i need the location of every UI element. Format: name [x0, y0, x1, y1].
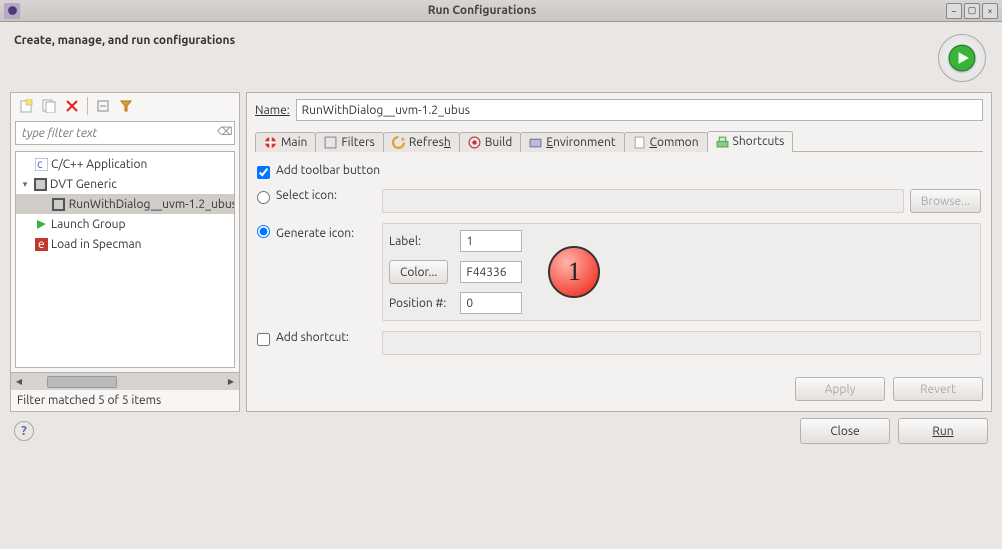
maximize-button[interactable]: ▢	[964, 3, 980, 19]
close-window-button[interactable]: ×	[982, 3, 998, 19]
c-app-icon: c	[34, 157, 48, 171]
collapse-all-button[interactable]	[92, 95, 114, 117]
tree-item-cpp[interactable]: c C/C++ Application	[16, 154, 234, 174]
toolbar-separator	[87, 97, 88, 115]
tab-refresh[interactable]: Refresh	[383, 132, 460, 152]
environment-icon	[529, 136, 542, 149]
name-input[interactable]	[296, 99, 983, 121]
filters-icon	[324, 136, 337, 149]
delete-config-button[interactable]	[61, 95, 83, 117]
tree-label: Launch Group	[51, 218, 126, 231]
filter-status: Filter matched 5 of 5 items	[11, 390, 239, 411]
dvt-icon	[52, 197, 66, 211]
tab-main[interactable]: Main	[255, 132, 316, 152]
content-area: ⌫ c C/C++ Application ▾ DVT Generic RunW…	[0, 82, 1002, 412]
tab-build[interactable]: Build	[459, 132, 522, 152]
tree-label: DVT Generic	[50, 178, 117, 191]
shortcut-field	[382, 331, 981, 355]
icon-preview: 1	[548, 246, 600, 298]
run-button[interactable]: Run	[898, 418, 988, 444]
scroll-left-icon[interactable]: ◀	[11, 375, 27, 389]
shortcuts-icon	[716, 135, 729, 148]
apply-revert-row: Apply Revert	[255, 373, 983, 405]
label-input[interactable]	[460, 230, 522, 252]
add-shortcut-checkbox[interactable]	[257, 333, 270, 346]
window-title: Run Configurations	[20, 4, 944, 17]
app-icon	[4, 3, 20, 19]
specman-icon: e	[34, 237, 48, 251]
label-field-label: Label:	[389, 235, 448, 248]
common-icon	[633, 136, 646, 149]
tree-item-runwithdialog[interactable]: RunWithDialog__uvm-1.2_ubus	[16, 194, 234, 214]
add-toolbar-row: Add toolbar button	[257, 164, 981, 179]
generate-icon-panel: Label: Color... Position #: 1	[382, 223, 981, 321]
tree-item-load-specman[interactable]: e Load in Specman	[16, 234, 234, 254]
clear-filter-icon[interactable]: ⌫	[217, 125, 231, 139]
duplicate-config-button[interactable]	[38, 95, 60, 117]
filter-input[interactable]	[15, 121, 235, 145]
tab-bar: Main Filters Refresh Build Environment C…	[255, 127, 983, 152]
tree-label: Load in Specman	[51, 238, 141, 251]
name-row: Name:	[255, 99, 983, 121]
filter-button[interactable]	[115, 95, 137, 117]
scroll-thumb[interactable]	[47, 376, 117, 388]
title-bar: Run Configurations – ▢ ×	[0, 0, 1002, 22]
new-config-button[interactable]	[15, 95, 37, 117]
close-button[interactable]: Close	[800, 418, 890, 444]
color-button[interactable]: Color...	[389, 260, 448, 284]
add-toolbar-checkbox[interactable]	[257, 166, 270, 179]
config-tree[interactable]: c C/C++ Application ▾ DVT Generic RunWit…	[15, 151, 235, 368]
add-toolbar-label: Add toolbar button	[276, 164, 380, 177]
tree-item-launch-group[interactable]: Launch Group	[16, 214, 234, 234]
generate-icon-row: Generate icon: Label: Color... Position …	[257, 223, 981, 321]
minimize-button[interactable]: –	[946, 3, 962, 19]
add-shortcut-label: Add shortcut:	[276, 331, 376, 344]
select-icon-row: Select icon: Browse...	[257, 189, 981, 213]
build-icon	[468, 136, 481, 149]
launch-group-icon	[34, 217, 48, 231]
svg-text:c: c	[37, 158, 43, 171]
select-icon-label: Select icon:	[276, 189, 376, 202]
tree-hscrollbar[interactable]: ◀ ▶	[11, 372, 239, 390]
position-label: Position #:	[389, 297, 448, 310]
name-label: Name:	[255, 104, 290, 117]
select-icon-radio[interactable]	[257, 191, 270, 204]
dvt-icon	[33, 177, 47, 191]
add-shortcut-row: Add shortcut:	[257, 331, 981, 355]
browse-button[interactable]: Browse...	[910, 189, 981, 213]
tree-label: RunWithDialog__uvm-1.2_ubus	[69, 198, 234, 211]
main-icon	[264, 136, 277, 149]
filter-input-wrap: ⌫	[15, 121, 235, 145]
tab-environment[interactable]: Environment	[520, 132, 624, 152]
apply-button[interactable]: Apply	[795, 377, 885, 401]
tab-shortcuts[interactable]: Shortcuts	[707, 131, 794, 152]
expand-icon[interactable]: ▾	[20, 179, 30, 190]
tab-common[interactable]: Common	[624, 132, 708, 152]
run-icon	[938, 34, 986, 82]
scroll-right-icon[interactable]: ▶	[223, 375, 239, 389]
dialog-footer: ? Close Run	[0, 412, 1002, 454]
dialog-header: Create, manage, and run configurations	[0, 22, 1002, 82]
select-icon-path	[382, 189, 904, 213]
help-button[interactable]: ?	[14, 421, 34, 441]
generate-icon-radio[interactable]	[257, 225, 270, 238]
header-title: Create, manage, and run configurations	[14, 34, 938, 47]
svg-text:e: e	[38, 238, 45, 251]
generate-icon-grid: Label: Color... Position #:	[389, 230, 534, 314]
position-input[interactable]	[460, 292, 522, 314]
revert-button[interactable]: Revert	[893, 377, 983, 401]
config-toolbar	[11, 93, 239, 119]
left-pane: ⌫ c C/C++ Application ▾ DVT Generic RunW…	[10, 92, 240, 412]
right-pane: Name: Main Filters Refresh Build Environ…	[246, 92, 992, 412]
shortcuts-form: Add toolbar button Select icon: Browse..…	[255, 158, 983, 361]
tab-filters[interactable]: Filters	[315, 132, 383, 152]
generate-icon-label: Generate icon:	[276, 227, 376, 240]
tree-label: C/C++ Application	[51, 158, 147, 171]
color-input[interactable]	[460, 261, 522, 283]
tree-item-dvt-generic[interactable]: ▾ DVT Generic	[16, 174, 234, 194]
refresh-icon	[392, 136, 405, 149]
